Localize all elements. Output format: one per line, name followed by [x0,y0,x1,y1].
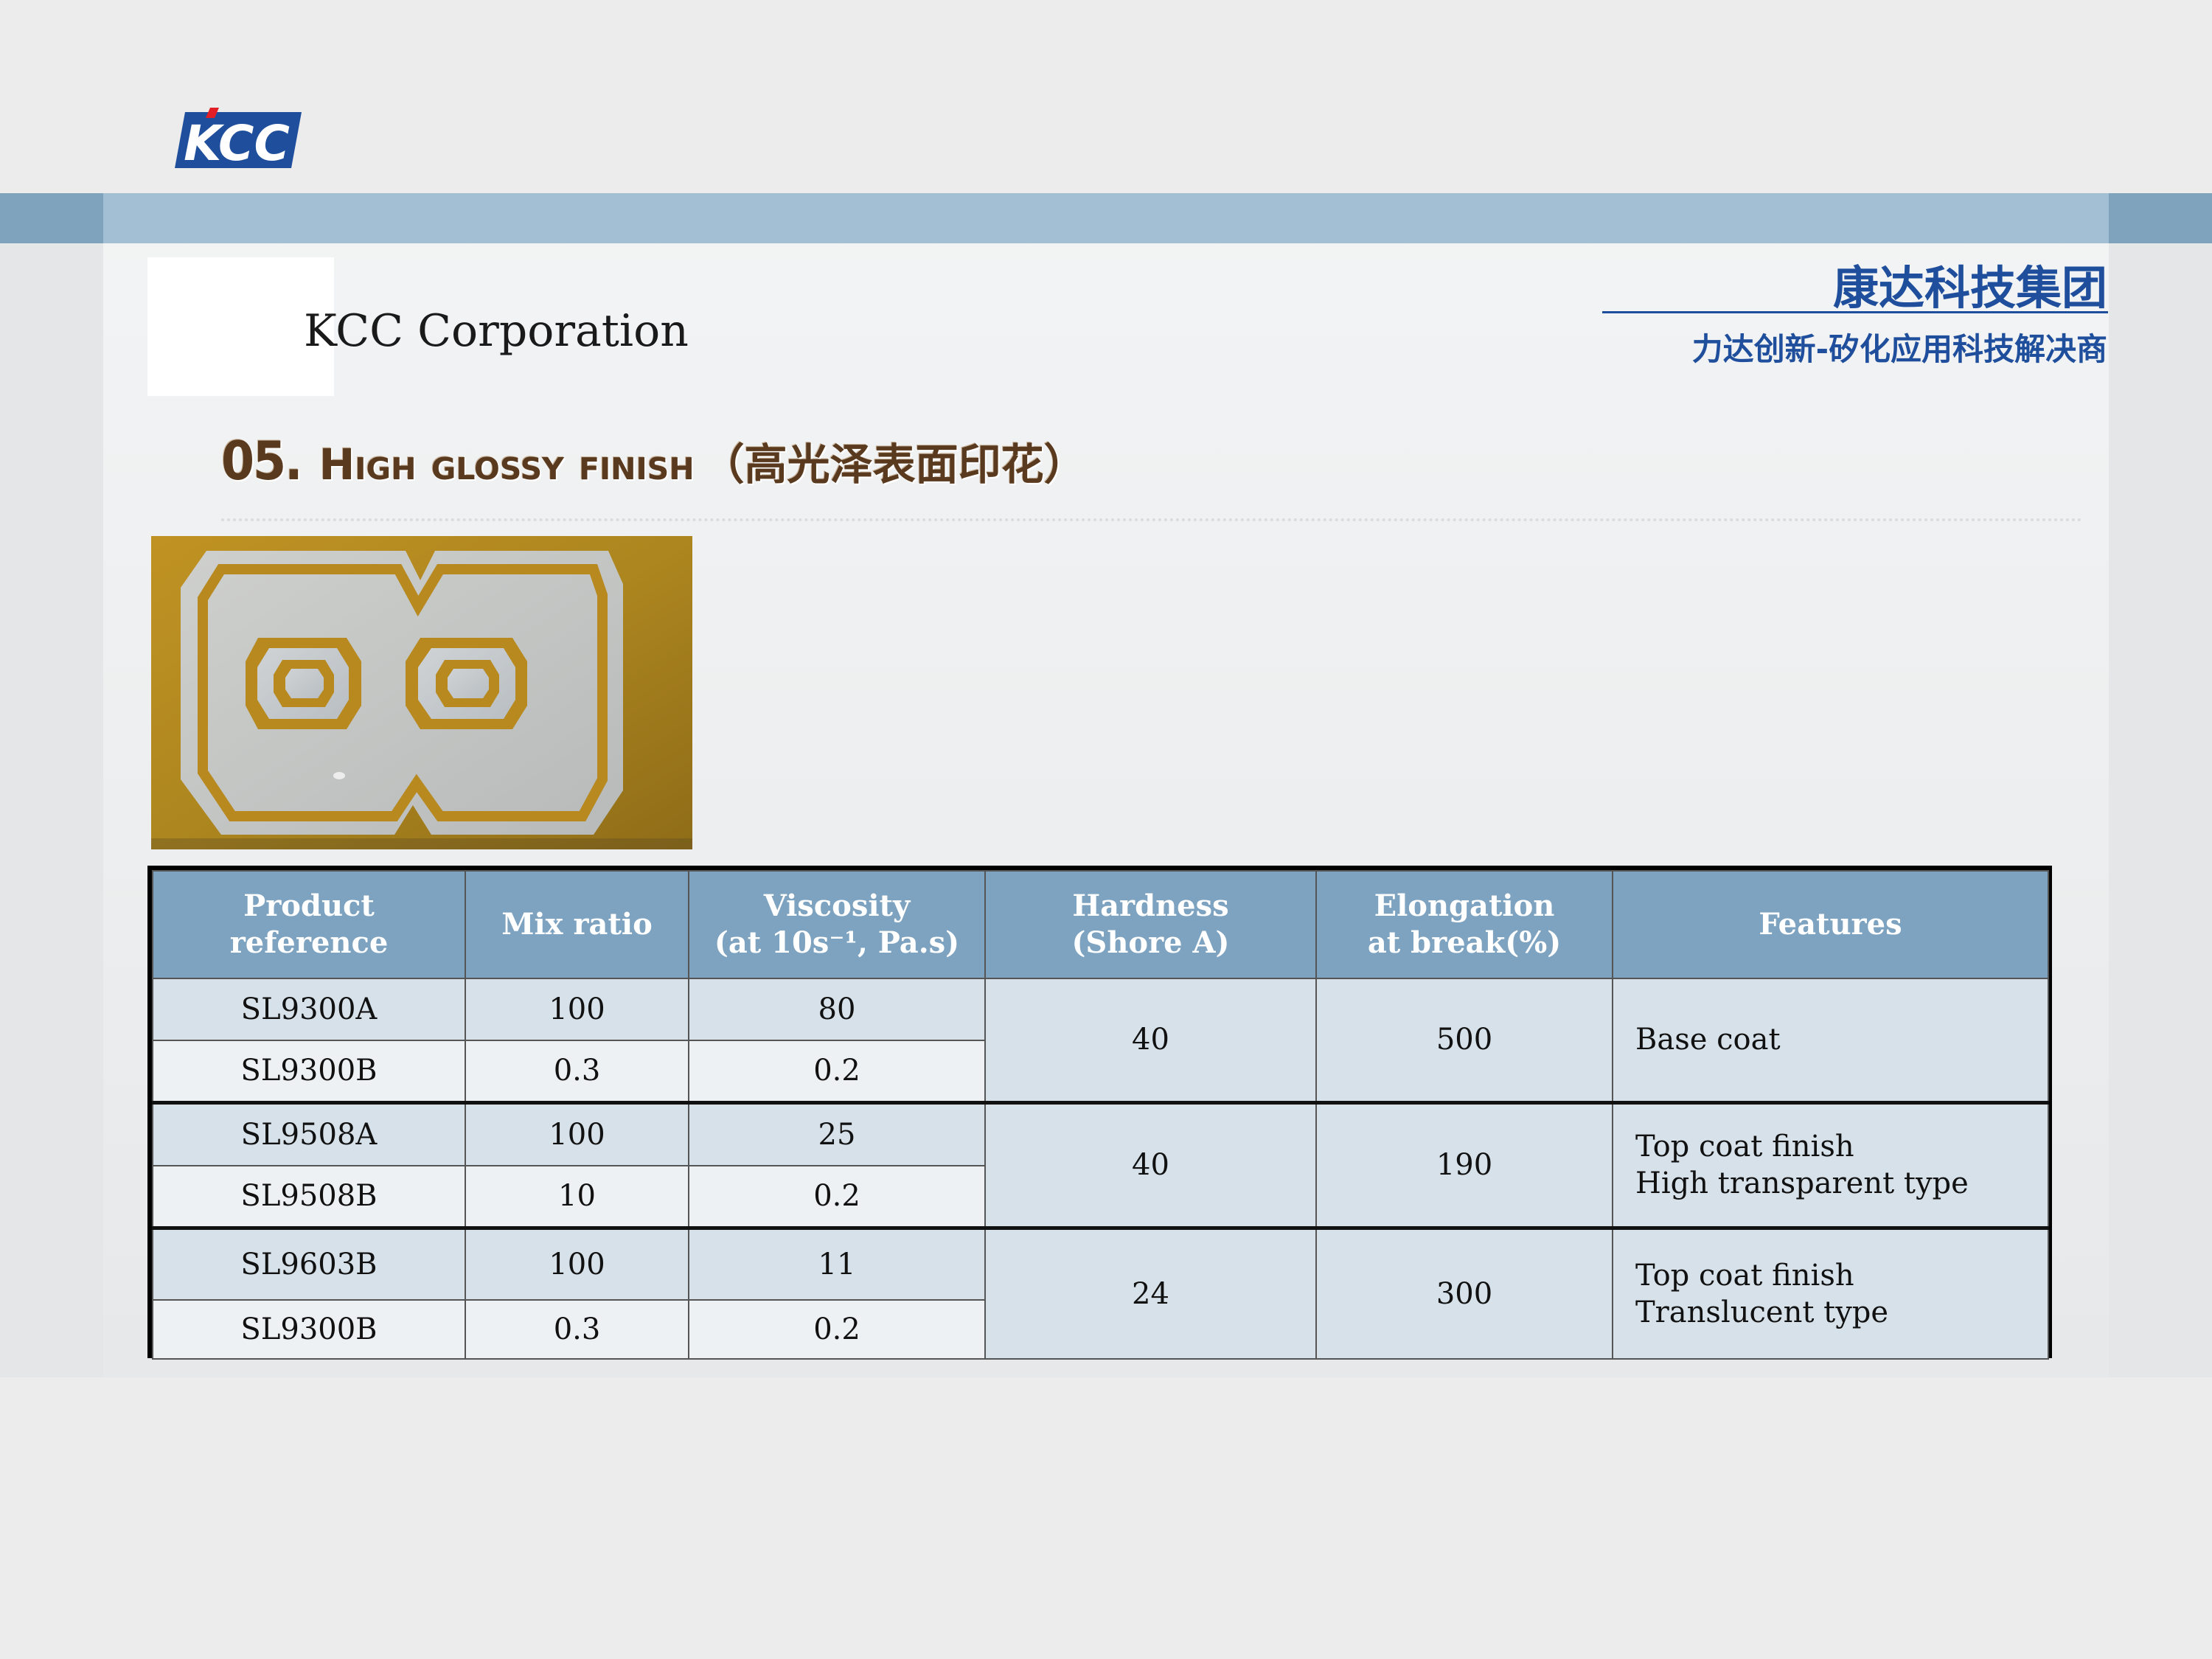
product-table: Product reference Mix ratio Viscosity (at … [147,866,2052,1360]
slide-side-left [0,193,103,1377]
feature-line: Translucent type [1635,1295,1889,1329]
cell-features: Base coat [1612,978,2049,1103]
header-viscosity: Viscosity (at 10s⁻¹, Pa.s) [688,870,986,979]
cell-viscosity: 0.2 [688,1040,986,1103]
company-name: KCC Corporation [304,305,689,357]
cell-elongation: 190 [1315,1100,1613,1228]
brand-subtitle-cn: 力达创新-矽化应用科技解决商 [1691,331,2107,367]
cell-hardness: 24 [984,1225,1317,1360]
table-row: SL9300A 100 80 40 500 Base coat [152,978,2049,1103]
cell-mix-ratio: 0.3 [465,1299,689,1360]
section-heading: 05. High glossy finish （高光泽表面印花） [221,430,1087,492]
cell-product: SL9300B [152,1040,466,1103]
slide-side-right [2109,193,2212,1377]
cell-mix-ratio: 100 [465,1225,689,1301]
cell-viscosity: 80 [688,978,986,1041]
feature-line: Top coat finish [1635,1130,1854,1164]
cell-product: SL9508B [152,1165,466,1228]
header-line: Elongation [1374,888,1555,923]
feature-line: High transparent type [1635,1166,1969,1200]
header-features: Features [1612,870,2049,979]
section-title-cn: （高光泽表面印花） [701,439,1087,490]
cell-elongation: 500 [1315,978,1613,1103]
kcc-logo-icon: KCC [175,108,302,172]
header-line: Mix ratio [501,907,653,942]
cell-hardness: 40 [984,1100,1317,1228]
header-line: at break(%) [1367,925,1562,960]
section-title-en: High glossy finish [319,439,695,490]
header-line: Product [243,888,375,923]
cell-product: SL9508A [152,1100,466,1166]
brand-divider [1602,311,2108,313]
cell-features: Top coat finish Translucent type [1612,1225,2049,1360]
table-row: SL9508A 100 25 40 190 Top coat finish Hig… [152,1100,2049,1228]
cell-elongation: 300 [1315,1225,1613,1360]
header-line: Hardness [1072,888,1229,923]
top-bar-right-block [2109,193,2212,243]
header-line: Viscosity [763,888,911,923]
sample-photo [151,536,692,849]
header-mix-ratio: Mix ratio [465,870,689,979]
header-line: reference [229,925,389,960]
cell-viscosity: 0.2 [688,1299,986,1360]
cell-mix-ratio: 100 [465,1100,689,1166]
header-elongation: Elongation at break(%) [1315,870,1613,979]
cell-mix-ratio: 10 [465,1165,689,1228]
brand-title-cn: 康达科技集团 [1832,261,2107,315]
cell-product: SL9300B [152,1299,466,1360]
header-line: (at 10s⁻¹, Pa.s) [714,925,960,960]
cell-viscosity: 11 [688,1225,986,1301]
header-hardness: Hardness (Shore A) [984,870,1317,979]
cell-product: SL9300A [152,978,466,1041]
logo-mark-text: KCC [184,115,290,172]
cell-viscosity: 0.2 [688,1165,986,1228]
header-line: (Shore A) [1071,925,1230,960]
feature-line: Base coat [1635,1023,1781,1057]
cell-viscosity: 25 [688,1100,986,1166]
cell-hardness: 40 [984,978,1317,1103]
cell-product: SL9603B [152,1225,466,1301]
header-product-reference: Product reference [152,870,466,979]
feature-line: Top coat finish [1635,1258,1854,1293]
cell-mix-ratio: 100 [465,978,689,1041]
top-bar-left-block [0,193,103,243]
slide-top-bar [0,193,2212,243]
cell-mix-ratio: 0.3 [465,1040,689,1103]
table-header-row: Product reference Mix ratio Viscosity (at … [152,870,2049,979]
section-divider [221,518,2083,521]
table-row: SL9603B 100 11 24 300 Top coat finish Tra… [152,1225,2049,1360]
cell-features: Top coat finish High transparent type [1612,1100,2049,1228]
section-number: 05. [221,430,303,492]
header-line: Features [1759,907,1902,942]
